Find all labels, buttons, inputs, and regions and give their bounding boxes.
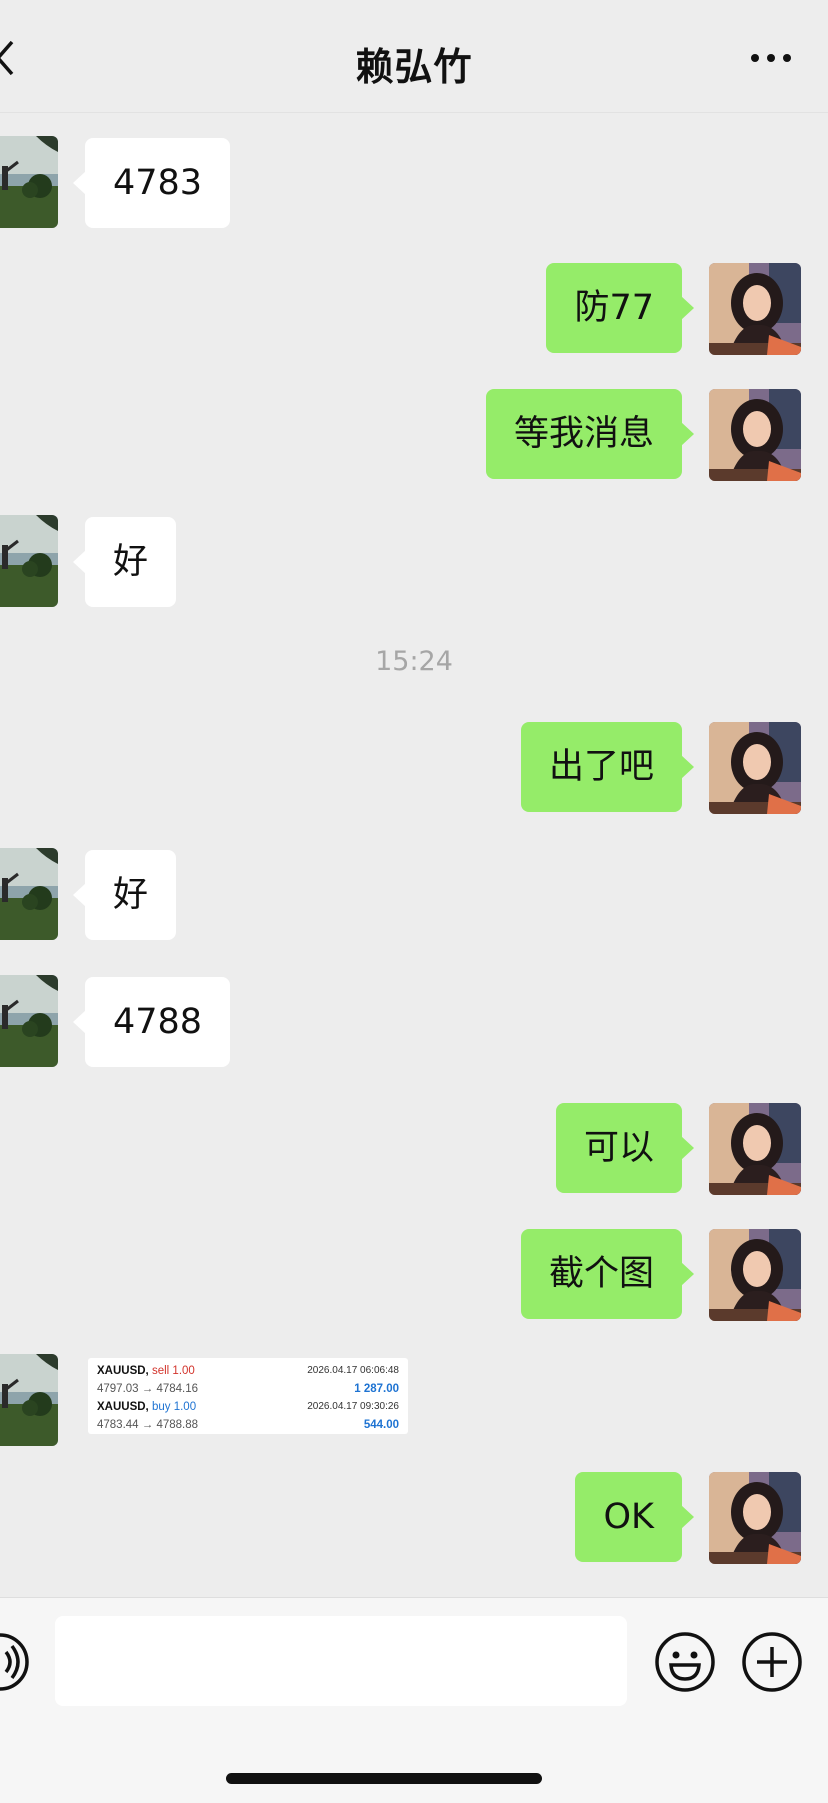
my-avatar[interactable] (709, 1103, 801, 1195)
message-bubble-sent[interactable]: 可以 (555, 1103, 695, 1193)
trade-screenshot-image[interactable]: XAUUSD, sell 1.00 2026.04.17 06:06:48 47… (88, 1358, 408, 1434)
trade-time: 2026.04.17 06:06:48 (307, 1365, 399, 1376)
chat-title: 赖弘竹 (355, 45, 473, 89)
voice-icon[interactable] (0, 1632, 30, 1692)
trade-time: 2026.04.17 09:30:26 (307, 1401, 399, 1412)
my-avatar[interactable] (709, 1472, 801, 1564)
my-avatar[interactable] (709, 389, 801, 481)
trade-row: XAUUSD, sell 1.00 2026.04.17 06:06:48 (93, 1362, 403, 1380)
message-bubble-received[interactable]: 好 (72, 517, 177, 607)
trade-prices: 4783.44 → 4788.88 (97, 1419, 199, 1431)
trade-prices: 4797.03 → 4784.16 (97, 1383, 199, 1395)
message-bubble-sent[interactable]: 截个图 (520, 1229, 695, 1319)
message-bubble-sent[interactable]: 出了吧 (520, 722, 695, 812)
contact-avatar[interactable] (0, 136, 58, 228)
trade-row: XAUUSD, buy 1.00 2026.04.17 09:30:26 (93, 1398, 403, 1416)
message-timestamp: 15:24 (375, 646, 453, 677)
home-indicator (226, 1773, 542, 1784)
my-avatar[interactable] (709, 263, 801, 355)
my-avatar[interactable] (709, 722, 801, 814)
trade-profit: 544.00 (363, 1419, 399, 1431)
message-bubble-received[interactable]: 好 (72, 850, 177, 940)
my-avatar[interactable] (709, 1229, 801, 1321)
message-bubble-sent[interactable]: 等我消息 (485, 389, 695, 479)
contact-avatar[interactable] (0, 975, 58, 1067)
trade-symbol: XAUUSD, (97, 1401, 149, 1413)
more-dots-icon[interactable] (750, 52, 792, 64)
contact-avatar[interactable] (0, 1354, 58, 1446)
trade-profit: 1 287.00 (354, 1383, 399, 1395)
message-input[interactable] (55, 1616, 627, 1706)
trade-action: sell 1.00 (151, 1365, 195, 1377)
chat-header: 赖弘竹 (0, 0, 828, 113)
trade-row: 4783.44 → 4788.88 544.00 (93, 1416, 403, 1434)
message-bubble-received[interactable]: 4783 (72, 138, 231, 228)
contact-avatar[interactable] (0, 515, 58, 607)
trade-action: buy 1.00 (151, 1401, 197, 1413)
message-bubble-received[interactable]: 4788 (72, 977, 231, 1067)
message-bubble-sent[interactable]: OK (575, 1472, 694, 1562)
emoji-icon[interactable] (654, 1631, 716, 1693)
contact-avatar[interactable] (0, 848, 58, 940)
trade-symbol: XAUUSD, (97, 1365, 149, 1377)
trade-row: 4797.03 → 4784.16 1 287.00 (93, 1380, 403, 1398)
plus-icon[interactable] (741, 1631, 803, 1693)
message-bubble-sent[interactable]: 防77 (546, 263, 694, 353)
